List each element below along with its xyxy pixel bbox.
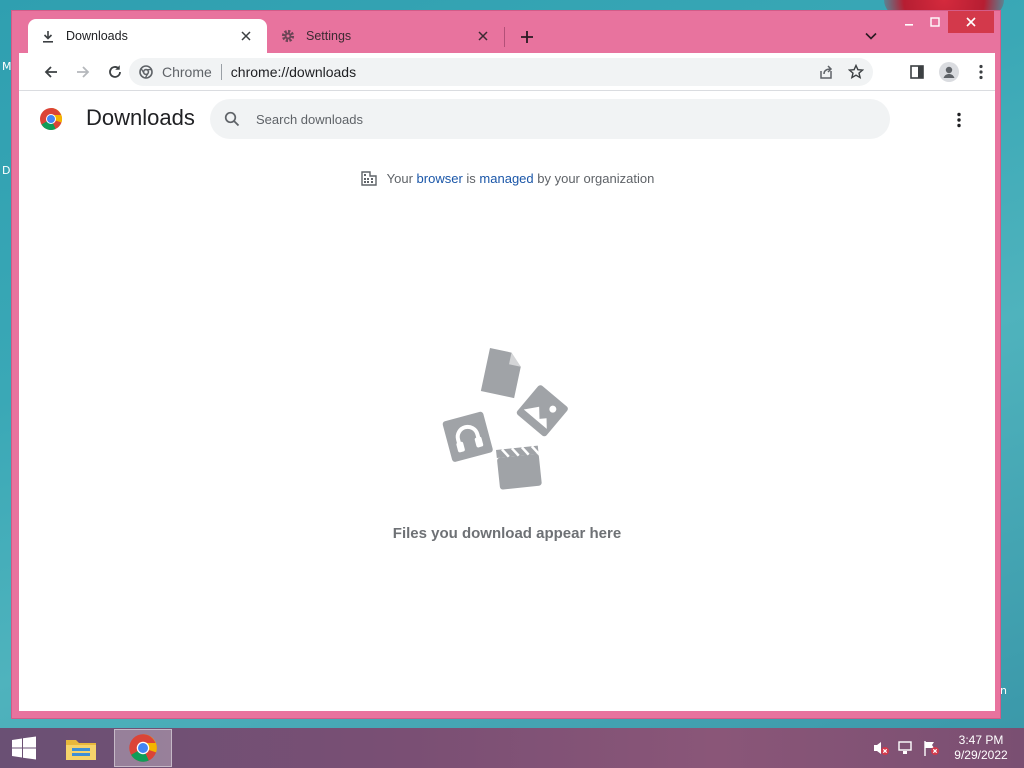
close-icon [966,17,976,27]
network-icon[interactable] [897,739,915,757]
tab-separator [504,27,505,47]
site-chip: Chrome [162,64,212,80]
chrome-site-icon [138,64,154,80]
url-text[interactable]: chrome://downloads [231,64,813,80]
managed-text-suffix: by your organization [533,170,655,186]
new-tab-button[interactable] [515,25,539,49]
browser-toolbar: Chrome chrome://downloads [19,53,995,91]
tab-title: Settings [306,29,352,43]
tab-title: Downloads [66,29,128,43]
tab-settings[interactable]: Settings [268,19,504,53]
close-icon[interactable] [474,27,492,45]
tab-search-button[interactable] [861,26,881,46]
minimize-button[interactable] [896,11,922,33]
start-button[interactable] [0,728,48,768]
chrome-logo-icon [40,107,63,130]
system-clock[interactable]: 3:47 PM 9/29/2022 [946,733,1016,763]
side-panel-icon [910,65,924,79]
search-icon [222,109,242,129]
profile-avatar-icon [939,62,959,82]
taskbar: 3:47 PM 9/29/2022 [0,728,1024,768]
maximize-button[interactable] [922,11,948,33]
action-center-flag-icon[interactable] [922,739,940,757]
downloads-menu-button[interactable] [947,108,971,132]
forward-button[interactable] [70,59,96,85]
managed-link[interactable]: managed [479,171,533,186]
building-icon [360,169,378,187]
window-close-button[interactable] [948,11,994,33]
search-bar[interactable] [210,99,890,139]
audio-icon [442,411,493,462]
managed-notice: Your browser is managed by your organiza… [19,169,995,187]
downloads-page: Downloads Your browser is managed by you… [19,91,995,711]
chrome-logo-icon [129,734,157,762]
empty-state-message: Files you download appear here [392,525,622,542]
managed-text-prefix: Your [386,170,417,186]
minimize-icon [905,24,913,26]
chevron-down-icon [865,32,877,40]
bookmark-star-icon[interactable] [843,59,869,85]
clock-time: 3:47 PM [958,733,1004,747]
more-vertical-icon [979,64,983,80]
browser-window: Downloads Settings Chrome chrome://downl… [11,10,1001,719]
clock-date: 9/29/2022 [954,748,1008,762]
windows-logo-icon [12,736,36,760]
managed-text-middle: is [462,170,480,186]
back-button[interactable] [38,59,64,85]
address-bar[interactable]: Chrome chrome://downloads [129,58,873,86]
document-icon [480,348,521,399]
desktop-icon-label-fragment: n [1000,684,1007,697]
maximize-icon [930,17,940,27]
search-input[interactable] [256,111,856,127]
omnibox-divider [220,64,222,80]
reload-icon [109,65,121,78]
more-vertical-icon [957,112,961,128]
gear-icon [280,28,296,44]
image-icon [516,385,568,437]
reload-button[interactable] [102,59,128,85]
back-arrow-icon [44,66,57,78]
close-icon[interactable] [237,27,255,45]
share-icon[interactable] [813,59,839,85]
folder-icon [66,740,96,760]
tab-downloads[interactable]: Downloads [28,19,267,53]
tab-strip: Downloads Settings [12,11,1000,53]
video-icon [496,445,542,490]
forward-arrow-icon [77,66,90,78]
profile-button[interactable] [936,59,962,85]
plus-icon [521,31,533,43]
side-panel-button[interactable] [904,59,930,85]
browser-menu-button[interactable] [968,59,994,85]
volume-muted-icon[interactable] [872,739,890,757]
page-title: Downloads [86,105,195,130]
taskbar-file-explorer[interactable] [52,729,110,767]
download-icon [40,28,56,44]
desktop-icon-label-fragment: D [2,164,11,177]
taskbar-chrome[interactable] [114,729,172,767]
browser-link[interactable]: browser [417,171,463,186]
empty-downloads-illustration [442,348,568,490]
